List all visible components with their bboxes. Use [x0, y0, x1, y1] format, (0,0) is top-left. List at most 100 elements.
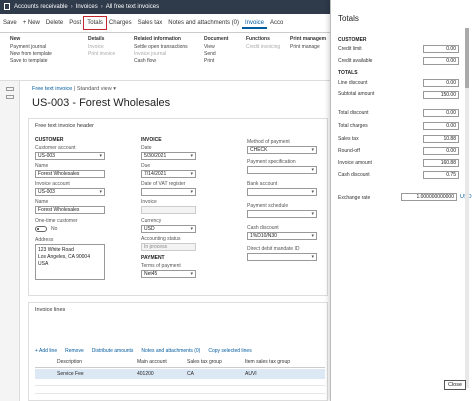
menu-item-new-from-template[interactable]: New from template — [10, 51, 52, 58]
form-link[interactable]: Free text invoice — [32, 86, 72, 92]
vat-register-date-field[interactable] — [141, 188, 196, 196]
copy-selected-lines-button[interactable]: Copy selected lines — [208, 348, 251, 354]
menu-item-credit-invoicing[interactable]: Credit invoicing — [246, 44, 280, 51]
menu-item-settle-open-transactions[interactable]: Settle open transactions — [134, 44, 188, 51]
menu-group-header: New — [10, 36, 21, 42]
chevron-down-icon[interactable]: ▾ — [113, 86, 116, 92]
exchange-rate-value: 1.000000000000 — [401, 193, 457, 201]
menu-item-invoice-journal[interactable]: Invoice journal — [134, 51, 188, 58]
breadcrumb-accounts-receivable[interactable]: Accounts receivable — [14, 4, 68, 10]
save-button[interactable]: Save — [0, 17, 20, 29]
menu-group-print-management: Print managem Print manage — [290, 36, 326, 51]
direct-debit-mandate-field[interactable] — [247, 253, 317, 261]
new-button[interactable]: + New — [20, 17, 43, 29]
post-button[interactable]: Post — [66, 17, 84, 29]
menu-group-header: Document — [204, 36, 229, 42]
lines-toolbar: + Add line Remove Distribute amounts Not… — [35, 348, 252, 354]
action-pane-menus: New Payment journal New from template Sa… — [0, 33, 330, 81]
menu-group-details: Details Invoice Print invoice — [88, 36, 115, 58]
menu-item-invoice[interactable]: Invoice — [88, 44, 115, 51]
main-account-cell[interactable]: 401200 — [137, 371, 187, 377]
menu-item-cash-flow[interactable]: Cash flow — [134, 58, 188, 65]
column-header[interactable]: Item sales tax group — [245, 359, 315, 367]
column-header[interactable]: Main account — [137, 359, 187, 367]
description-cell[interactable]: Service Fee — [57, 371, 137, 377]
distribute-amounts-button[interactable]: Distribute amounts — [92, 348, 134, 354]
menu-item-view[interactable]: View — [204, 44, 228, 51]
breadcrumb-all-free-text-invoices[interactable]: All free text invoices — [106, 4, 159, 10]
sales-tax-button[interactable]: Sales tax — [135, 17, 166, 29]
sales-tax-group-cell[interactable]: CA — [187, 371, 245, 377]
menu-item-print[interactable]: Print — [204, 58, 228, 65]
method-of-payment-label: Method of payment — [247, 139, 290, 145]
customer-name-field[interactable]: Forest Wholesales — [35, 170, 105, 178]
payment-specification-field[interactable] — [247, 166, 317, 174]
list-icon[interactable] — [6, 95, 14, 99]
total-discount-label: Total discount — [338, 110, 369, 116]
notes-attachments-button[interactable]: Notes and attachments (0) — [165, 17, 242, 29]
currency-field[interactable]: USD — [141, 225, 196, 233]
invoice-amount-label: Invoice amount — [338, 160, 372, 166]
address-field[interactable]: 123 White Road Los Angeles, CA 90004 USA — [35, 244, 105, 280]
menu-item-print-invoice[interactable]: Print invoice — [88, 51, 115, 58]
invoice-name-field[interactable]: Forest Wholesales — [35, 206, 105, 214]
due-date-field[interactable]: 7/14/2021 — [141, 170, 196, 178]
row-divider — [35, 385, 325, 386]
remove-button[interactable]: Remove — [65, 348, 84, 354]
menu-icon[interactable] — [4, 3, 10, 10]
column-header[interactable]: Description — [57, 359, 137, 367]
section-header[interactable]: Free text invoice header — [35, 123, 94, 129]
invoice-account-label: Invoice account — [35, 181, 70, 187]
column-header[interactable]: Sales tax group — [187, 359, 245, 367]
totals-button[interactable]: Totals — [83, 16, 107, 30]
view-breadcrumb: Free text invoice | Standard view ▾ — [32, 86, 116, 92]
close-button[interactable]: Close — [444, 380, 466, 390]
total-charges-label: Total charges — [338, 123, 368, 129]
date-field[interactable]: 5/30/2021 — [141, 152, 196, 160]
cash-discount-label: Cash discount — [247, 225, 279, 231]
invoice-number-field[interactable] — [141, 206, 196, 214]
credit-available-label: Credit available — [338, 58, 373, 64]
line-discount-label: Line discount — [338, 80, 368, 86]
breadcrumb-invoices[interactable]: Invoices — [76, 4, 98, 10]
select-all-checkbox[interactable] — [35, 359, 57, 367]
invoice-group-title: INVOICE — [141, 137, 162, 143]
charges-button[interactable]: Charges — [106, 17, 135, 29]
page-title: US-003 - Forest Wholesales — [32, 97, 171, 109]
panel-scrollbar[interactable] — [465, 28, 469, 388]
tab-account[interactable]: Acco — [267, 17, 286, 29]
one-time-customer-toggle[interactable] — [35, 226, 47, 232]
cash-discount-field[interactable]: 1%D10/N30 — [247, 232, 317, 240]
direct-debit-mandate-label: Direct debit mandate ID — [247, 246, 300, 252]
add-line-button[interactable]: + Add line — [35, 348, 57, 354]
section-header[interactable]: Invoice lines — [35, 307, 65, 313]
method-of-payment-field[interactable]: CHECK — [247, 146, 317, 154]
invoice-account-field[interactable]: US-003 — [35, 188, 105, 196]
item-sales-tax-group-cell[interactable]: AUVI — [245, 371, 315, 377]
totals-panel: Totals CUSTOMER Credit limit 0.00 Credit… — [330, 0, 474, 401]
total-charges-value: 0.00 — [423, 122, 459, 130]
table-row[interactable]: Service Fee 401200 CA AUVI — [35, 369, 325, 379]
tab-invoice[interactable]: Invoice — [242, 17, 268, 29]
invoice-amount-value: 160.88 — [423, 159, 459, 167]
customer-account-field[interactable]: US-003 — [35, 152, 105, 160]
menu-item-print-management[interactable]: Print manage — [290, 44, 326, 51]
scrollbar-thumb[interactable] — [465, 28, 469, 88]
notes-attachments-button[interactable]: Notes and attachments (0) — [141, 348, 200, 354]
payment-schedule-field[interactable] — [247, 210, 317, 218]
menu-item-save-to-template[interactable]: Save to template — [10, 58, 52, 65]
terms-of-payment-field[interactable]: Net45 — [141, 270, 196, 278]
filter-icon[interactable] — [6, 87, 14, 91]
panel-title: Totals — [338, 14, 359, 23]
delete-button[interactable]: Delete — [43, 17, 66, 29]
bank-account-field[interactable] — [247, 188, 317, 196]
menu-group-document: Document View Send Print — [204, 36, 228, 65]
left-navigation-strip — [0, 81, 20, 401]
menu-item-send[interactable]: Send — [204, 51, 228, 58]
breadcrumb-separator: › — [70, 4, 73, 10]
view-selector[interactable]: Standard view — [77, 86, 112, 92]
subtotal-label: Subtotal amount — [338, 91, 375, 97]
menu-item-payment-journal[interactable]: Payment journal — [10, 44, 52, 51]
credit-limit-value: 0.00 — [423, 45, 459, 53]
cash-discount-value: 0.75 — [423, 171, 459, 179]
